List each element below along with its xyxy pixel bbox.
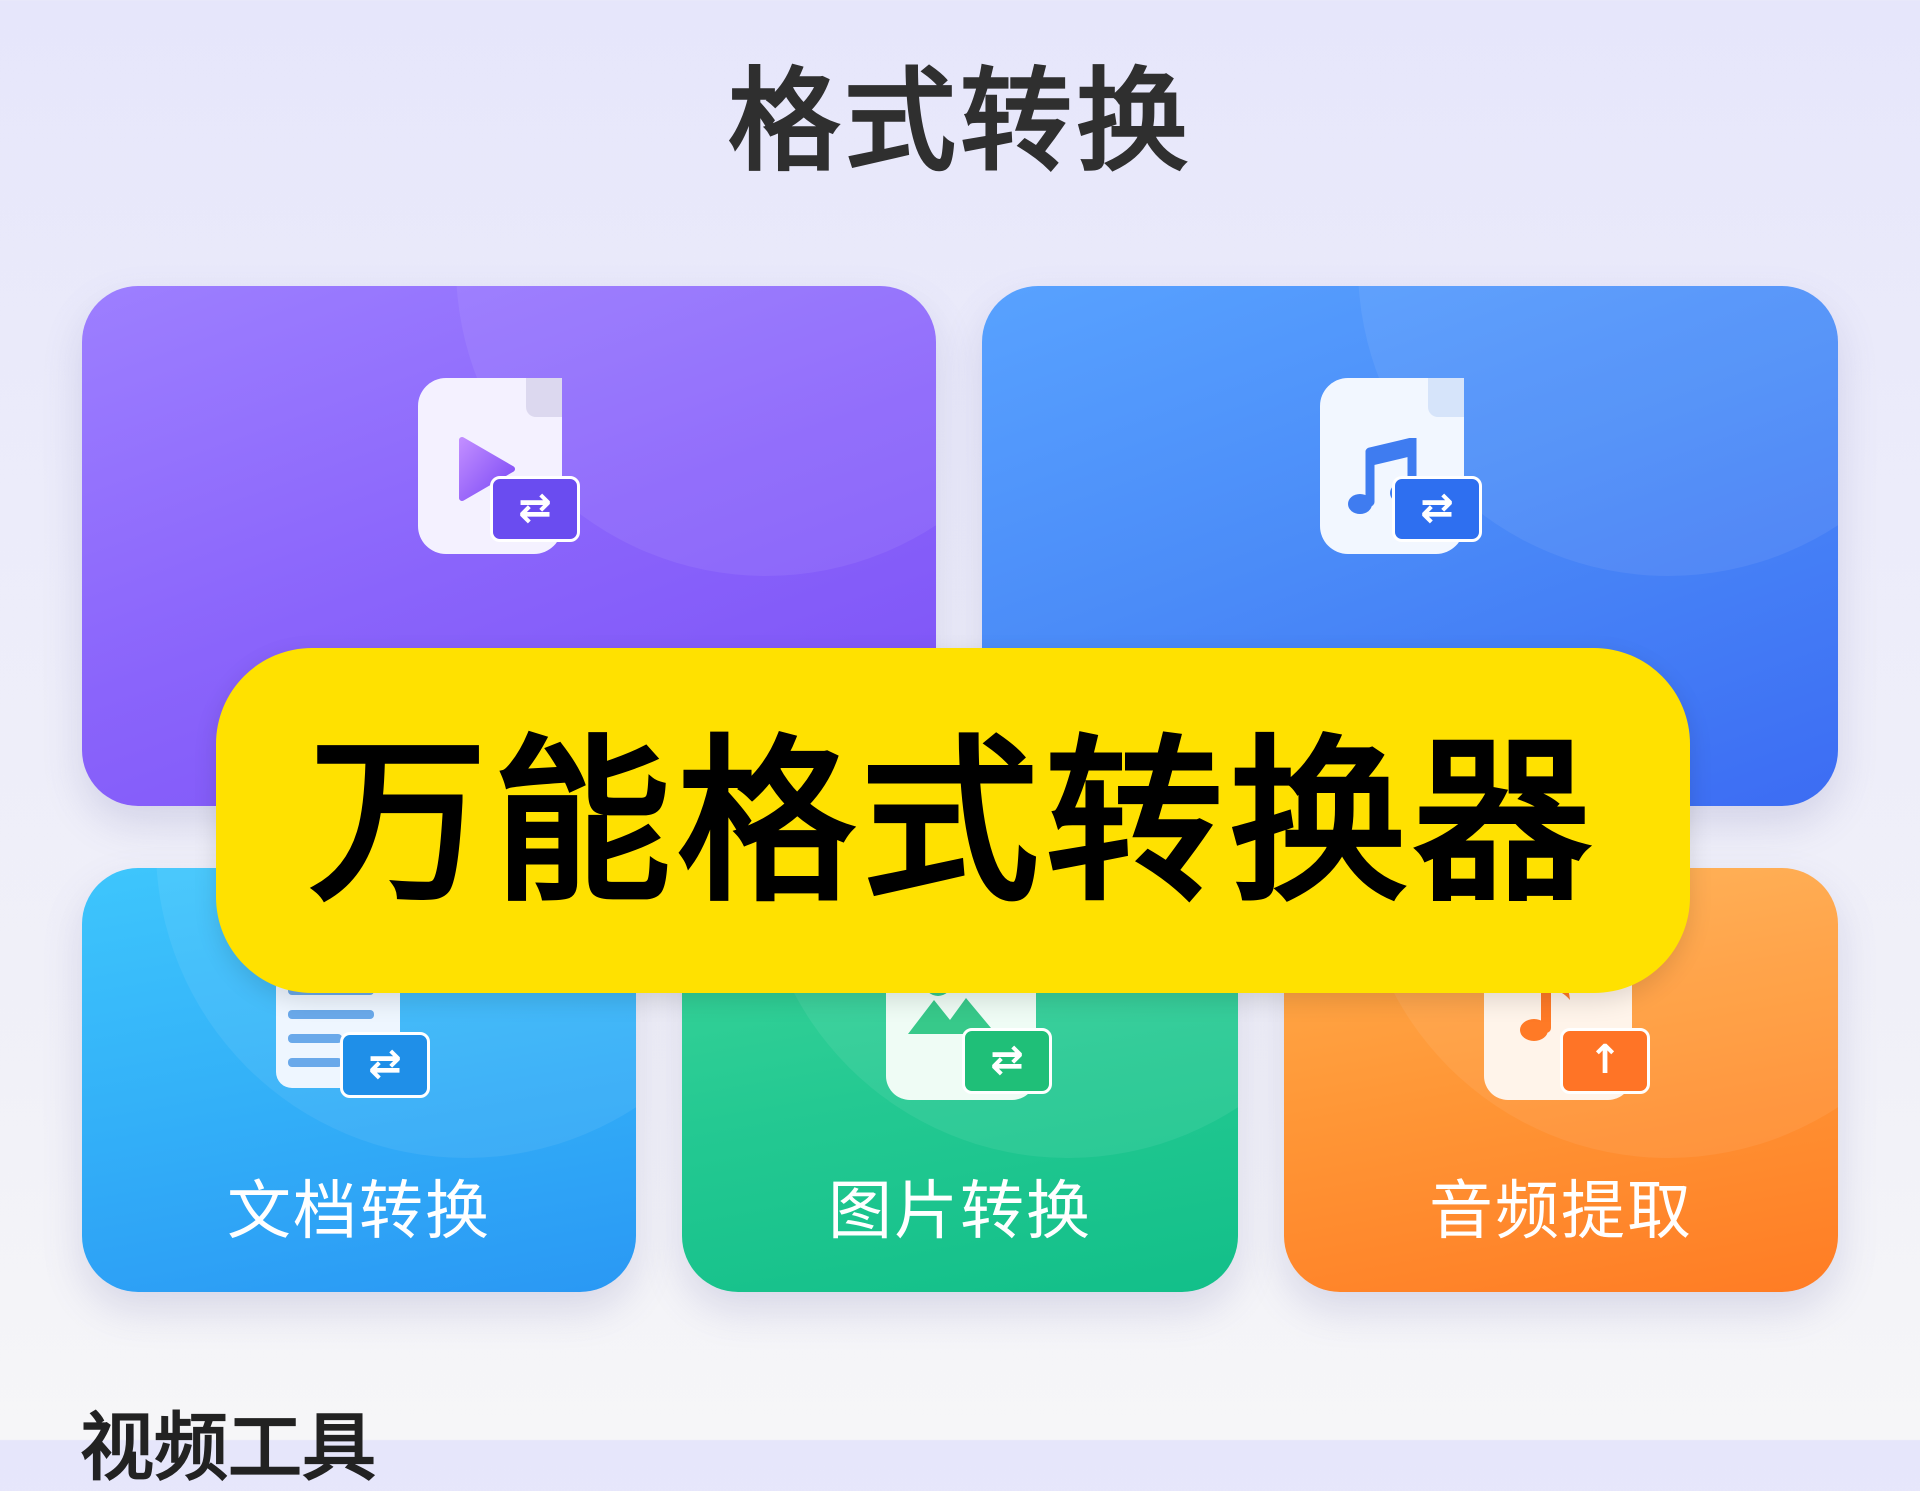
swap-icon: ⇄	[962, 1028, 1052, 1094]
audio-extract-label: 音频提取	[1429, 1175, 1693, 1249]
swap-icon: ⇄	[490, 476, 580, 542]
swap-icon: ⇄	[340, 1032, 430, 1098]
video-tools-section-title: 视频工具	[80, 1405, 376, 1491]
page-title: 格式转换	[728, 57, 1192, 187]
promo-banner-text: 万能格式转换器	[309, 719, 1597, 926]
image-convert-label: 图片转换	[828, 1175, 1092, 1249]
swap-icon: ⇄	[1392, 476, 1482, 542]
video-file-convert-icon: ⇄	[418, 378, 588, 558]
music-file-convert-icon: ⇄	[1320, 378, 1490, 558]
upload-icon: ↑	[1560, 1028, 1650, 1094]
document-convert-icon: ⇄	[276, 972, 436, 1152]
document-convert-label: 文档转换	[227, 1175, 491, 1249]
promo-banner: 万能格式转换器	[216, 648, 1690, 993]
